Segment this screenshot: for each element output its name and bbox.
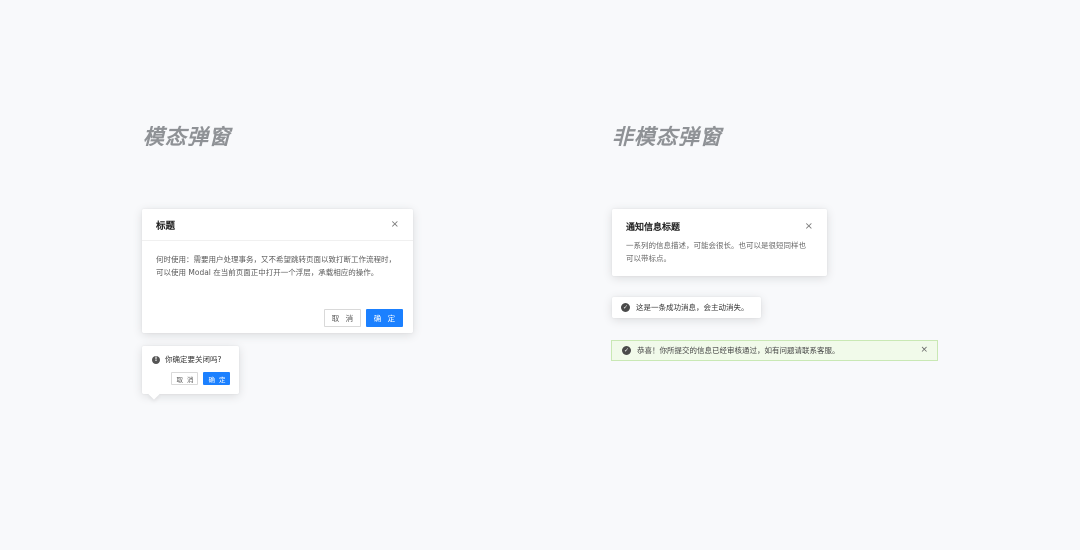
popconfirm-arrow xyxy=(148,388,160,400)
popconfirm-row: ! 你确定要关闭吗? xyxy=(152,354,229,365)
check-circle-icon: ✓ xyxy=(621,303,630,312)
alert-check-icon: ✓ xyxy=(622,346,631,355)
alert-close-icon[interactable]: × xyxy=(920,346,928,355)
cancel-button[interactable]: 取 消 xyxy=(324,309,361,327)
popconfirm-ok-button[interactable]: 确 定 xyxy=(203,372,230,385)
popconfirm-cancel-button[interactable]: 取 消 xyxy=(171,372,198,385)
modal-title: 标题 xyxy=(156,220,176,232)
popconfirm: ! 你确定要关闭吗? 取 消 确 定 xyxy=(142,346,239,400)
modal-header: 标题 × xyxy=(142,209,413,241)
modal-footer: 取 消 确 定 xyxy=(324,309,403,327)
notification-close-icon[interactable]: × xyxy=(805,221,813,232)
exclamation-icon: ! xyxy=(152,355,160,364)
message-toast: ✓ 这是一条成功消息，会主动消失。 xyxy=(612,297,761,318)
ok-button[interactable]: 确 定 xyxy=(366,309,403,327)
notification: 通知信息标题 × 一系列的信息描述，可能会很长。也可以是很短同样也可以带标点。 xyxy=(612,209,827,276)
notification-header: 通知信息标题 × xyxy=(626,220,813,233)
notification-title: 通知信息标题 xyxy=(626,223,681,233)
modal-dialog: 标题 × 何时使用：需要用户处理事务，又不希望跳转页面以致打断工作流程时，可以使… xyxy=(142,209,413,333)
section-title-nonmodal: 非模态弹窗 xyxy=(612,125,722,149)
close-icon[interactable]: × xyxy=(391,219,399,230)
section-title-modal: 模态弹窗 xyxy=(143,125,231,149)
success-alert: ✓ 恭喜！你所提交的信息已经审核通过，如有问题请联系客服。 × xyxy=(611,340,938,361)
popconfirm-buttons: 取 消 确 定 xyxy=(171,372,230,385)
modal-body: 何时使用：需要用户处理事务，又不希望跳转页面以致打断工作流程时，可以使用 Mod… xyxy=(156,255,396,277)
message-text: 这是一条成功消息，会主动消失。 xyxy=(636,303,749,312)
page: 模态弹窗 非模态弹窗 标题 × 何时使用：需要用户处理事务，又不希望跳转页面以致… xyxy=(0,0,1080,550)
notification-body: 一系列的信息描述，可能会很长。也可以是很短同样也可以带标点。 xyxy=(626,241,806,263)
alert-text: 恭喜！你所提交的信息已经审核通过，如有问题请联系客服。 xyxy=(637,346,840,355)
popconfirm-text: 你确定要关闭吗? xyxy=(165,355,222,364)
